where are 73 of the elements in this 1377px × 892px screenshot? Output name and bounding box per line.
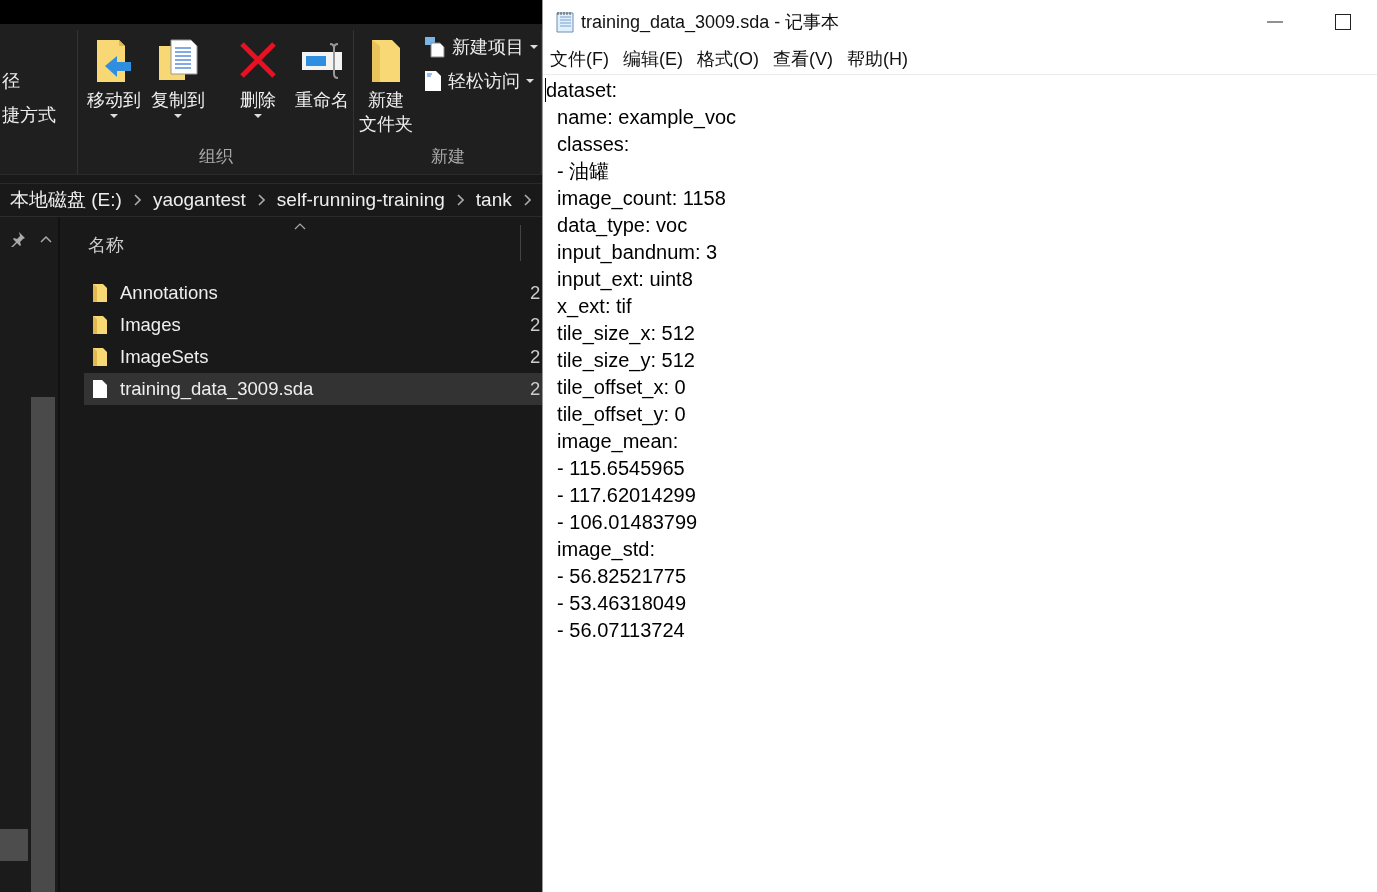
ribbon-button[interactable]: 新建 文件夹 (358, 34, 414, 136)
address-bar[interactable]: 本地磁盘 (E:) yaogantest self-running-training tank (0, 183, 542, 217)
window-title: training_data_3009.sda - 记事本 (581, 11, 840, 34)
collapse-icon (40, 235, 52, 243)
breadcrumb-item[interactable]: tank (475, 189, 512, 211)
text-line: tile_size_y: 512 (556, 348, 696, 374)
breadcrumb-item[interactable]: yaogantest (152, 189, 246, 211)
file-name: ImageSets (120, 346, 209, 368)
table-cell: 2 (530, 346, 541, 368)
text-line: - 115.6545965 (556, 456, 686, 481)
scrollbar-thumb[interactable] (0, 829, 28, 861)
table-cell: 2 (530, 282, 541, 304)
minimize-icon (1267, 21, 1283, 23)
text-line: classes: (556, 132, 631, 157)
file-name: training_data_3009.sda (120, 378, 314, 400)
text-line: image_count: 1158 (556, 186, 727, 212)
ribbon-button[interactable]: 轻松访问 (424, 68, 538, 94)
text-line: - 106.01483799 (556, 510, 699, 535)
text-line: data_type: voc (556, 213, 689, 239)
chevron-icon (523, 194, 531, 206)
text-line: x_ext: tif (556, 294, 633, 320)
text-line: - 53.46318049 (556, 591, 688, 616)
ribbon-button[interactable]: 移动到 (86, 34, 142, 118)
file-icon (92, 379, 108, 399)
table-cell: 2 (530, 314, 541, 336)
file-name: Images (120, 314, 181, 336)
new-item-icon (424, 36, 446, 58)
text-line: name: example_voc (556, 105, 738, 131)
menu-item[interactable]: 格式(O) (697, 47, 759, 71)
ribbon-button[interactable]: 新建项目 (424, 34, 538, 60)
ribbon-button[interactable]: 捷方式 (2, 102, 56, 128)
menu-item[interactable]: 文件(F) (550, 47, 609, 71)
breadcrumb-item[interactable]: 本地磁盘 (E:) (10, 187, 122, 213)
file-row[interactable]: Images 2 (84, 309, 542, 341)
text-line: - 油罐 (556, 159, 611, 184)
ribbon-button[interactable]: 删除 (230, 34, 286, 118)
text-line: - 56.07113724 (556, 618, 686, 643)
file-row[interactable]: ImageSets 2 (84, 341, 542, 373)
text-line: input_bandnum: 3 (556, 240, 719, 266)
menu-item[interactable]: 编辑(E) (623, 47, 683, 71)
menu-item[interactable]: 查看(V) (773, 47, 833, 71)
folder-icon (92, 283, 108, 303)
text-line: - 56.82521775 (556, 564, 688, 589)
folder-icon (92, 347, 108, 367)
ribbon-group-label: 新建 (429, 146, 466, 168)
column-header[interactable]: 名称 (88, 233, 124, 257)
menu-item[interactable]: 帮助(H) (847, 47, 908, 71)
text-line: input_ext: uint8 (556, 267, 694, 293)
text-line: tile_offset_x: 0 (556, 375, 687, 401)
pin-icon (10, 231, 26, 247)
breadcrumb-item[interactable]: self-running-training (276, 189, 445, 211)
file-row[interactable]: training_data_3009.sda 2 (84, 373, 542, 405)
chevron-icon (133, 194, 141, 206)
text-line: - 117.62014299 (556, 483, 697, 508)
chevron-icon (456, 194, 464, 206)
text-line: image_mean: (556, 429, 680, 455)
chevron-icon (257, 194, 265, 206)
maximize-icon (1335, 14, 1351, 30)
text-line: image_std: (556, 537, 656, 563)
folder-icon (92, 315, 108, 335)
text-line: dataset: (546, 78, 619, 103)
text-line: tile_size_x: 512 (556, 321, 696, 347)
text-line: tile_offset_y: 0 (556, 402, 687, 428)
document-icon (424, 70, 442, 92)
file-row[interactable]: Annotations 2 (84, 277, 542, 309)
ribbon-button[interactable]: 径 (2, 68, 56, 94)
sort-icon (294, 223, 306, 230)
file-name: Annotations (120, 282, 218, 304)
table-cell: 2 (530, 378, 541, 400)
ribbon-button[interactable]: 复制到 (150, 34, 206, 118)
notepad-icon (555, 11, 575, 33)
ribbon-button[interactable]: 重命名 (294, 34, 350, 112)
ribbon-group-label: 组织 (197, 146, 234, 168)
